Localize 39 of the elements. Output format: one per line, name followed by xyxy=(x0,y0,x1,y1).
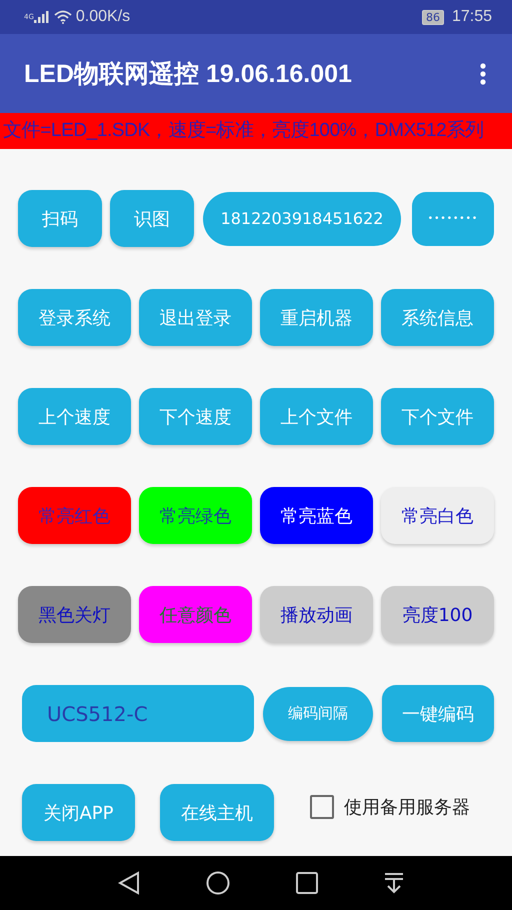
button[interactable]: 常亮蓝色 xyxy=(260,487,373,544)
notification-pull-icon[interactable] xyxy=(384,872,404,894)
button[interactable]: 系统信息 xyxy=(381,289,494,346)
button[interactable]: 在线主机 xyxy=(160,784,274,841)
checkbox-label: 使用备用服务器 xyxy=(344,796,470,818)
button[interactable]: 常亮绿色 xyxy=(139,487,252,544)
button[interactable]: 退出登录 xyxy=(139,289,252,346)
button[interactable]: 播放动画 xyxy=(260,586,373,643)
button[interactable]: 登录系统 xyxy=(18,289,131,346)
password-field[interactable]: •••••••• xyxy=(412,192,494,246)
button[interactable]: 重启机器 xyxy=(260,289,373,346)
button[interactable]: 一键编码 xyxy=(382,685,494,742)
wifi-icon xyxy=(54,10,72,24)
signal-icon xyxy=(34,11,50,23)
home-icon[interactable] xyxy=(206,871,230,895)
button[interactable]: 常亮红色 xyxy=(18,487,131,544)
recents-icon[interactable] xyxy=(296,872,318,894)
overflow-menu-icon[interactable] xyxy=(480,62,486,84)
back-icon[interactable] xyxy=(118,871,140,895)
network-speed: 0.00K/s xyxy=(76,8,130,26)
status-banner: 文件=LED_1.SDK，速度=标准，亮度100%，DMX512系列 xyxy=(0,113,512,149)
button[interactable]: 亮度100 xyxy=(381,586,494,643)
clock: 17:55 xyxy=(452,8,492,26)
checkbox[interactable] xyxy=(310,794,334,818)
app-title: LED物联网遥控 19.06.16.001 xyxy=(24,59,352,90)
button[interactable]: 上个文件 xyxy=(260,388,373,445)
button[interactable]: 识图 xyxy=(110,190,194,247)
button[interactable]: 编码间隔 xyxy=(263,686,374,740)
battery-icon: 86 xyxy=(422,10,444,24)
button[interactable]: 扫码 xyxy=(18,190,102,247)
button[interactable]: 任意颜色 xyxy=(139,586,252,643)
button[interactable]: 上个速度 xyxy=(18,388,131,445)
button[interactable]: 常亮白色 xyxy=(381,487,494,544)
button[interactable]: 黑色关灯 xyxy=(18,586,131,643)
button[interactable]: 下个速度 xyxy=(139,388,252,445)
input-field[interactable]: UCS512-C xyxy=(22,685,254,742)
input-field[interactable]: 1812203918451622 xyxy=(203,192,401,246)
button[interactable]: 下个文件 xyxy=(381,388,494,445)
button[interactable]: 关闭APP xyxy=(22,784,135,841)
